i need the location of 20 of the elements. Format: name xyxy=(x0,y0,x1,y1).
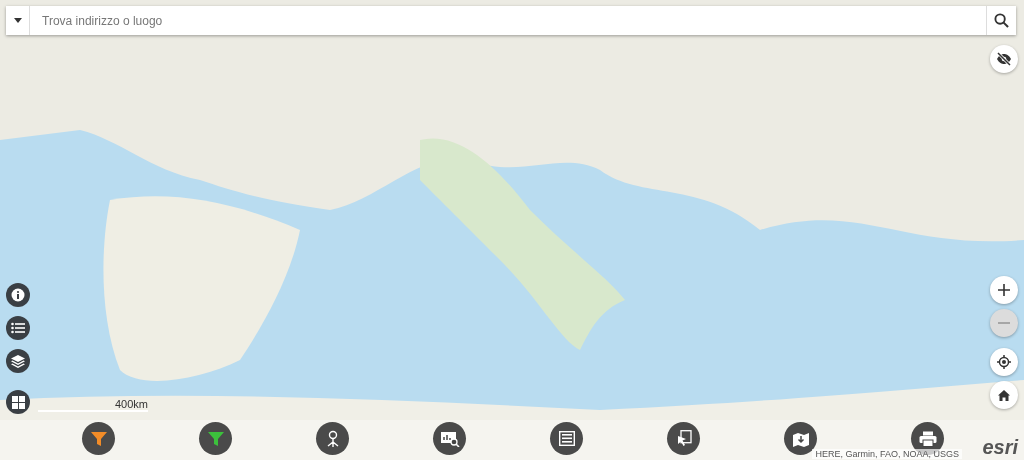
grid-icon xyxy=(11,395,25,409)
locate-icon xyxy=(997,355,1011,369)
layers-icon xyxy=(11,354,25,368)
scale-bar: 400km xyxy=(38,398,148,412)
cursor-select-icon xyxy=(675,430,692,447)
map-download-icon xyxy=(791,430,810,447)
caret-icon xyxy=(13,18,22,23)
plus-icon xyxy=(998,284,1010,296)
chart-search-icon xyxy=(439,430,460,447)
home-icon xyxy=(998,389,1010,401)
esri-logo[interactable]: esri xyxy=(982,436,1018,458)
eye-slash-icon xyxy=(996,52,1012,66)
attribution-text: HERE, Garmin, FAO, NOAA, USGS xyxy=(812,449,962,459)
table-icon xyxy=(558,431,575,446)
dropdown-button[interactable] xyxy=(6,6,30,35)
info-icon xyxy=(11,288,25,302)
list-icon xyxy=(11,322,25,334)
search-icon xyxy=(994,13,1009,28)
search-button[interactable] xyxy=(986,6,1016,35)
print-icon xyxy=(918,430,937,447)
